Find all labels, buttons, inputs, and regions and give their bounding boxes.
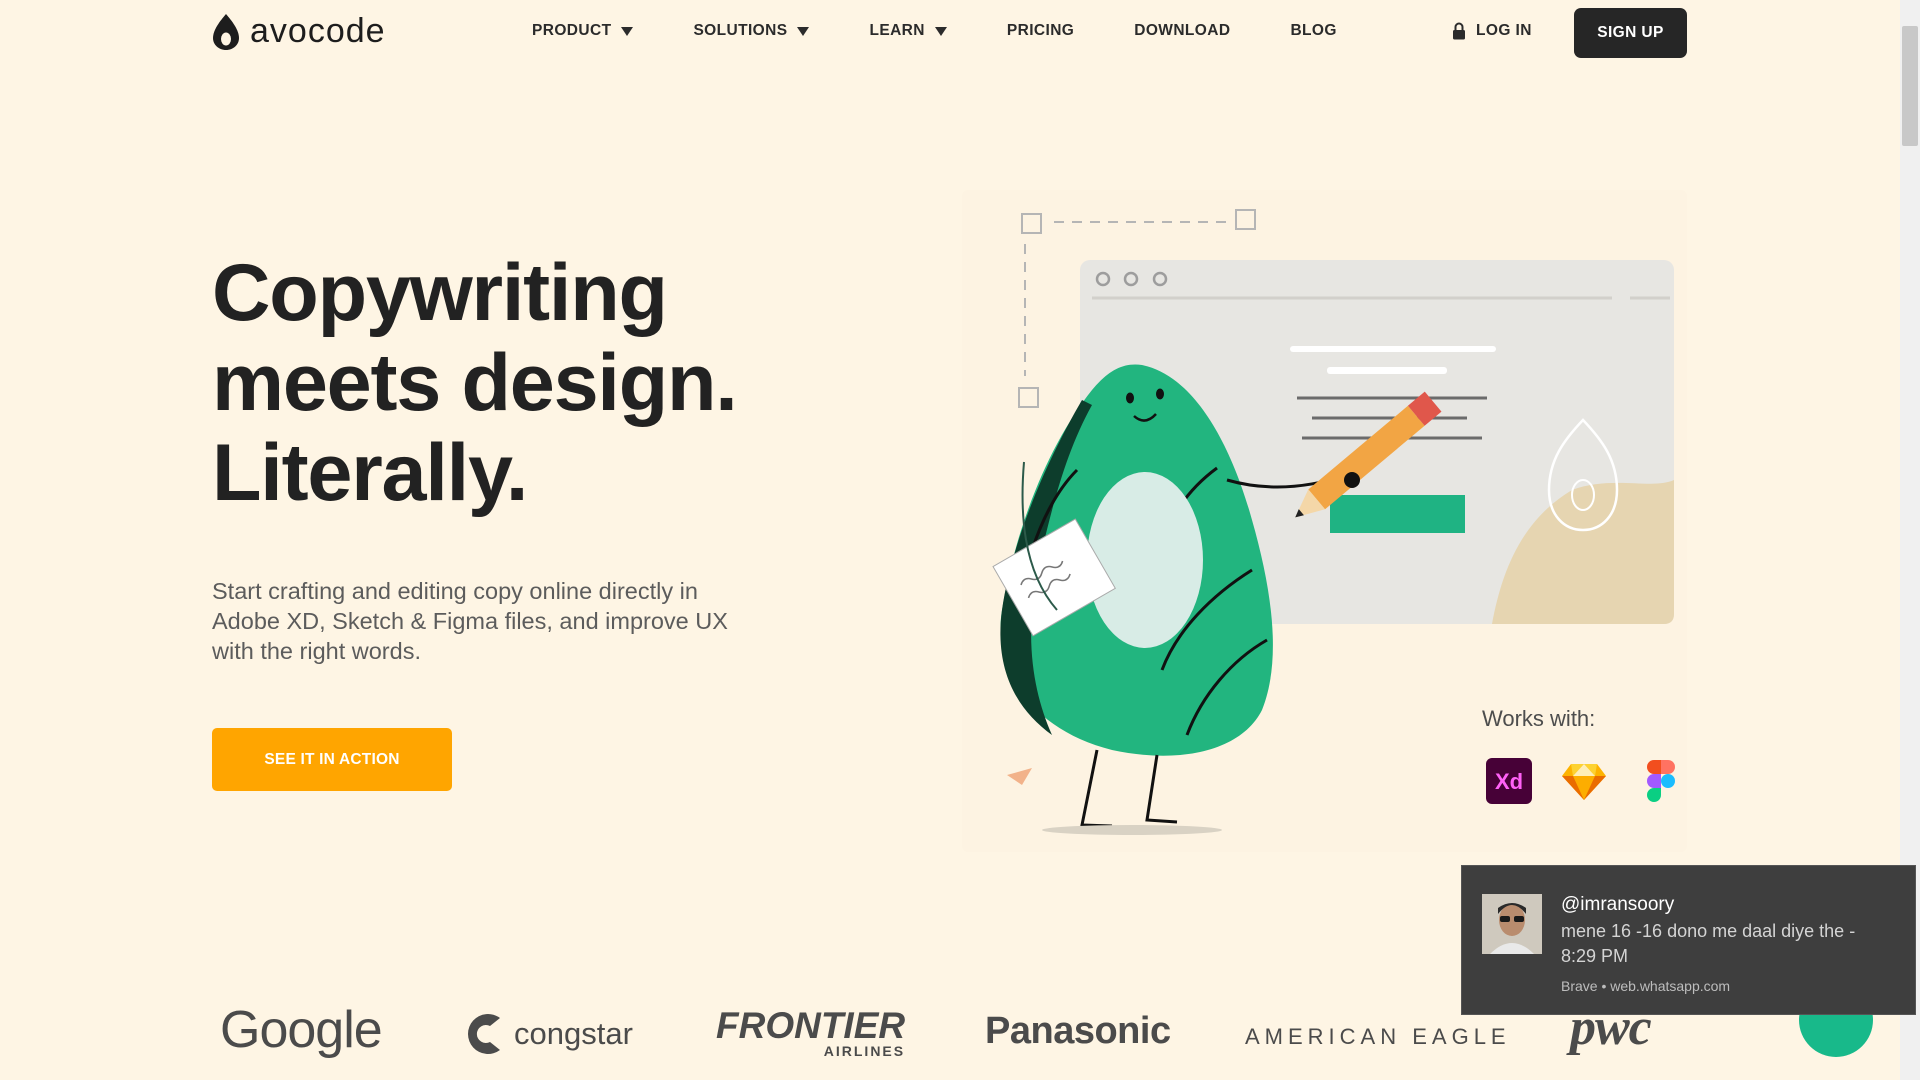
headline-line-2: meets design. [212,338,738,428]
nav-download[interactable]: DOWNLOAD [1134,22,1230,40]
sketch-icon [1562,764,1606,800]
lock-icon [1453,22,1465,40]
caret-down-icon [934,26,947,36]
avocode-logo[interactable]: avocode [212,12,386,51]
figma-icon [1647,760,1675,802]
svg-text:Xd: Xd [1495,769,1523,794]
frontier-text: FRONTIER [716,1005,906,1046]
hero-headline: Copywriting meets design. Literally. [212,248,738,518]
login-label: LOG IN [1476,22,1532,39]
notification-sender: @imransoory [1561,894,1675,915]
notification-message: mene 16 -16 dono me daal diye the - 8:29… [1561,921,1856,966]
nav-solutions-label: SOLUTIONS [693,22,788,39]
scrollbar-thumb[interactable] [1902,26,1918,146]
nav-learn[interactable]: LEARN [869,22,947,40]
headline-line-1: Copywriting [212,248,668,338]
sender-avatar [1482,894,1542,954]
desktop-notification[interactable]: @imransoory mene 16 -16 dono me daal diy… [1461,865,1916,1015]
nav-solutions[interactable]: SOLUTIONS [693,22,810,40]
adobe-xd-icon: Xd [1486,758,1532,804]
nav-blog-label: BLOG [1290,22,1337,39]
congstar-logo: congstar [460,1010,633,1058]
nav-blog[interactable]: BLOG [1290,22,1336,40]
main-nav: PRODUCT SOLUTIONS LEARN PRICING DOWNLOAD… [532,22,1397,40]
avocado-illustration [992,209,1674,835]
signup-button[interactable]: SIGN UP [1574,8,1687,58]
nav-learn-label: LEARN [869,22,925,39]
caret-down-icon [621,26,634,36]
google-logo: Google [220,1001,383,1059]
frontier-subtext: AIRLINES [823,1043,906,1059]
login-link[interactable]: LOG IN [1452,22,1532,40]
nav-pricing-label: PRICING [1006,22,1075,39]
notification-source: Brave • web.whatsapp.com [1561,978,1731,994]
panasonic-logo: Panasonic [985,1010,1171,1052]
congstar-mark-icon [468,1014,500,1054]
caret-down-icon [797,26,810,36]
congstar-text: congstar [514,1016,633,1051]
nav-pricing[interactable]: PRICING [1007,22,1074,40]
headline-line-3: Literally. [212,428,528,518]
hero-illustration [962,190,1687,852]
works-with-label: Works with: [1482,706,1596,731]
avatar-photo-icon [1482,894,1542,954]
hero-subtext: Start crafting and editing copy online d… [212,578,728,664]
frontier-airlines-logo: FRONTIER AIRLINES [716,1005,906,1059]
nav-product-label: PRODUCT [532,22,612,39]
avocado-logo-icon [213,13,239,50]
american-eagle-logo: AMERICAN EAGLE [1245,1024,1511,1049]
nav-download-label: DOWNLOAD [1134,22,1231,39]
site-header: avocode PRODUCT SOLUTIONS LEARN PRICING … [0,0,1900,66]
see-it-in-action-button[interactable]: SEE IT IN ACTION [212,728,452,791]
nav-product[interactable]: PRODUCT [532,22,634,40]
logo-text: avocode [250,12,386,50]
